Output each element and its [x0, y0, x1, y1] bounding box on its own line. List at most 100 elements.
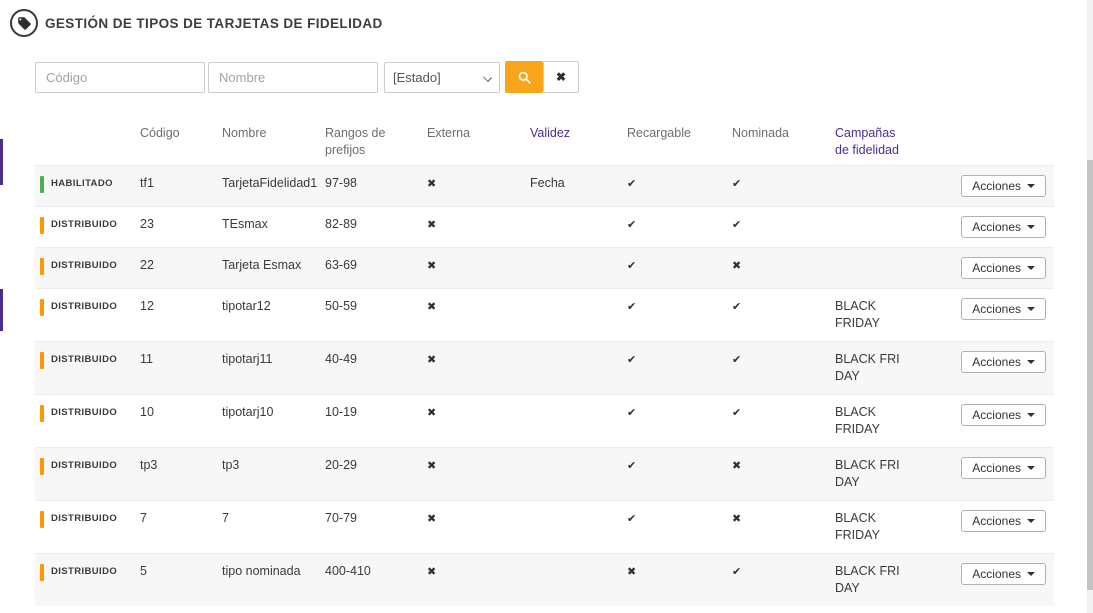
clear-filters-button[interactable]: ✖ — [543, 61, 579, 93]
status-bar — [40, 217, 44, 234]
caret-down-icon — [1027, 266, 1035, 270]
status-bar — [40, 511, 44, 528]
header-nombre: Nombre — [222, 125, 325, 142]
acciones-button[interactable]: Acciones — [961, 510, 1046, 532]
status-bar — [40, 176, 44, 193]
status-label: DISTRIBUIDO — [51, 257, 117, 275]
codigo-filter-input[interactable] — [35, 62, 205, 93]
vertical-scrollbar-track[interactable] — [1087, 0, 1093, 613]
tag-icon — [10, 9, 38, 37]
recargable-mark: ✖ — [627, 563, 732, 580]
nombre-filter-input[interactable] — [208, 62, 378, 93]
externa-mark: ✖ — [427, 175, 530, 192]
status-cell: DISTRIBUIDO — [35, 510, 140, 528]
status-bar — [40, 564, 44, 581]
acciones-cell: Acciones — [966, 351, 1054, 373]
header-codigo: Código — [140, 125, 222, 142]
rangos-cell: 50-59 — [325, 298, 427, 315]
status-bar — [40, 405, 44, 422]
table-row: DISTRIBUIDO 23 TEsmax 82-89 ✖ ✔ ✔ Accion… — [35, 206, 1054, 247]
nominada-mark: ✖ — [732, 510, 835, 527]
acciones-button[interactable]: Acciones — [961, 404, 1046, 426]
caret-down-icon — [1027, 466, 1035, 470]
nombre-cell: TarjetaFidelidad1 — [222, 175, 325, 192]
acciones-cell: Acciones — [966, 298, 1054, 320]
recargable-mark: ✔ — [627, 257, 732, 274]
table-row: DISTRIBUIDO 10 tipotarj10 10-19 ✖ ✔ ✔ BL… — [35, 394, 1054, 447]
nominada-mark: ✔ — [732, 298, 835, 315]
caret-down-icon — [1027, 307, 1035, 311]
nombre-cell: tipo nominada — [222, 563, 325, 580]
table-row: DISTRIBUIDO tp3 tp3 20-29 ✖ ✔ ✖ BLACK FR… — [35, 447, 1054, 500]
acciones-cell: Acciones — [966, 563, 1054, 585]
codigo-cell: 23 — [140, 216, 222, 233]
externa-mark: ✖ — [427, 257, 530, 274]
nombre-cell: tipotarj10 — [222, 404, 325, 421]
header-validez-link[interactable]: Validez — [530, 125, 627, 142]
status-cell: DISTRIBUIDO — [35, 563, 140, 581]
vertical-scrollbar-thumb[interactable] — [1087, 160, 1093, 590]
recargable-mark: ✔ — [627, 457, 732, 474]
acciones-button[interactable]: Acciones — [961, 175, 1046, 197]
acciones-button[interactable]: Acciones — [961, 457, 1046, 479]
status-cell: DISTRIBUIDO — [35, 457, 140, 475]
rangos-cell: 400-410 — [325, 563, 427, 580]
rangos-cell: 10-19 — [325, 404, 427, 421]
header-externa: Externa — [427, 125, 530, 142]
status-label: DISTRIBUIDO — [51, 510, 117, 528]
nombre-cell: tipotar12 — [222, 298, 325, 315]
acciones-button[interactable]: Acciones — [961, 298, 1046, 320]
table-header-row: Código Nombre Rangos de prefijos Externa… — [35, 113, 1054, 165]
nominada-mark: ✖ — [732, 457, 835, 474]
campana-cell: BLACK FRI DAY — [835, 563, 966, 597]
table-row: DISTRIBUIDO 12 tipotar12 50-59 ✖ ✔ ✔ BLA… — [35, 288, 1054, 341]
codigo-cell: tf1 — [140, 175, 222, 192]
page-header: GESTIÓN DE TIPOS DE TARJETAS DE FIDELIDA… — [0, 0, 1093, 37]
card-types-table: Código Nombre Rangos de prefijos Externa… — [35, 113, 1054, 606]
recargable-mark: ✔ — [627, 298, 732, 315]
header-rangos: Rangos de prefijos — [325, 125, 427, 159]
nombre-cell: Tarjeta Esmax — [222, 257, 325, 274]
status-label: DISTRIBUIDO — [51, 298, 117, 316]
campana-cell: BLACK FRIDAY — [835, 510, 966, 544]
acciones-cell: Acciones — [966, 404, 1054, 426]
page-title: GESTIÓN DE TIPOS DE TARJETAS DE FIDELIDA… — [45, 16, 383, 31]
rangos-cell: 20-29 — [325, 457, 427, 474]
caret-down-icon — [1027, 184, 1035, 188]
header-campanas-link[interactable]: Campañas de fidelidad — [835, 125, 966, 159]
caret-down-icon — [1027, 225, 1035, 229]
recargable-mark: ✔ — [627, 404, 732, 421]
acciones-button[interactable]: Acciones — [961, 257, 1046, 279]
table-row: DISTRIBUIDO 11 tipotarj11 40-49 ✖ ✔ ✔ BL… — [35, 341, 1054, 394]
left-edge-mark — [0, 289, 3, 331]
acciones-button[interactable]: Acciones — [961, 563, 1046, 585]
acciones-button[interactable]: Acciones — [961, 216, 1046, 238]
externa-mark: ✖ — [427, 216, 530, 233]
caret-down-icon — [1027, 360, 1035, 364]
estado-select[interactable]: [Estado] — [384, 62, 500, 93]
estado-select-wrap: [Estado] — [384, 62, 500, 93]
status-label: HABILITADO — [51, 175, 113, 193]
externa-mark: ✖ — [427, 510, 530, 527]
campana-cell — [835, 175, 966, 192]
header-recargable: Recargable — [627, 125, 732, 142]
acciones-button[interactable]: Acciones — [961, 351, 1046, 373]
table-row: DISTRIBUIDO 5 tipo nominada 400-410 ✖ ✖ … — [35, 553, 1054, 606]
recargable-mark: ✔ — [627, 175, 732, 192]
caret-down-icon — [1027, 413, 1035, 417]
codigo-cell: 5 — [140, 563, 222, 580]
rangos-cell: 63-69 — [325, 257, 427, 274]
codigo-cell: tp3 — [140, 457, 222, 474]
campana-cell: BLACK FRI DAY — [835, 351, 966, 385]
nombre-cell: TEsmax — [222, 216, 325, 233]
nominada-mark: ✔ — [732, 175, 835, 192]
table-body: HABILITADO tf1 TarjetaFidelidad1 97-98 ✖… — [35, 165, 1054, 606]
codigo-cell: 11 — [140, 351, 222, 368]
externa-mark: ✖ — [427, 404, 530, 421]
status-cell: DISTRIBUIDO — [35, 216, 140, 234]
codigo-cell: 12 — [140, 298, 222, 315]
status-bar — [40, 258, 44, 275]
search-button[interactable] — [505, 61, 543, 93]
nominada-mark: ✔ — [732, 216, 835, 233]
externa-mark: ✖ — [427, 457, 530, 474]
